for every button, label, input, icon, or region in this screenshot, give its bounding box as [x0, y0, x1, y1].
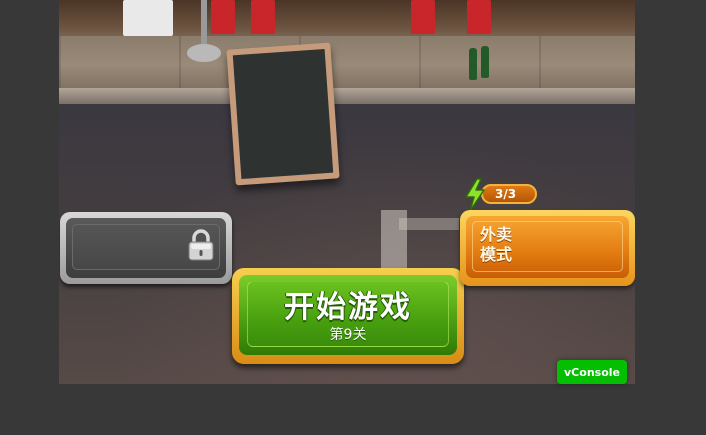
road-marking — [399, 218, 459, 230]
umbrella-base — [187, 44, 221, 62]
red-stool — [411, 0, 435, 34]
red-stool — [251, 0, 275, 34]
locked-mode-button[interactable] — [60, 212, 232, 284]
curb — [59, 88, 635, 104]
bottle — [469, 48, 477, 80]
energy-value: 3/3 — [495, 187, 517, 201]
vconsole-button[interactable]: vConsole — [557, 360, 627, 384]
chalkboard-sign — [226, 42, 340, 186]
takeout-mode-button[interactable]: 外卖 模式 — [460, 210, 635, 286]
lightning-bolt-icon — [465, 178, 485, 212]
game-stage: 开始游戏 第9关 3/3 外卖 模式 — [59, 0, 635, 384]
red-stool — [467, 0, 491, 34]
energy-counter: 3/3 — [481, 184, 537, 204]
red-stool — [211, 0, 235, 34]
bottle — [481, 46, 489, 78]
start-game-button[interactable]: 开始游戏 第9关 — [232, 268, 464, 364]
padlock-icon — [188, 229, 214, 261]
current-level-label: 第9关 — [329, 327, 367, 343]
takeout-mode-label: 外卖 模式 — [480, 225, 513, 264]
start-game-title: 开始游戏 — [284, 290, 412, 325]
white-cabinet — [123, 0, 173, 36]
sidewalk — [59, 36, 635, 94]
